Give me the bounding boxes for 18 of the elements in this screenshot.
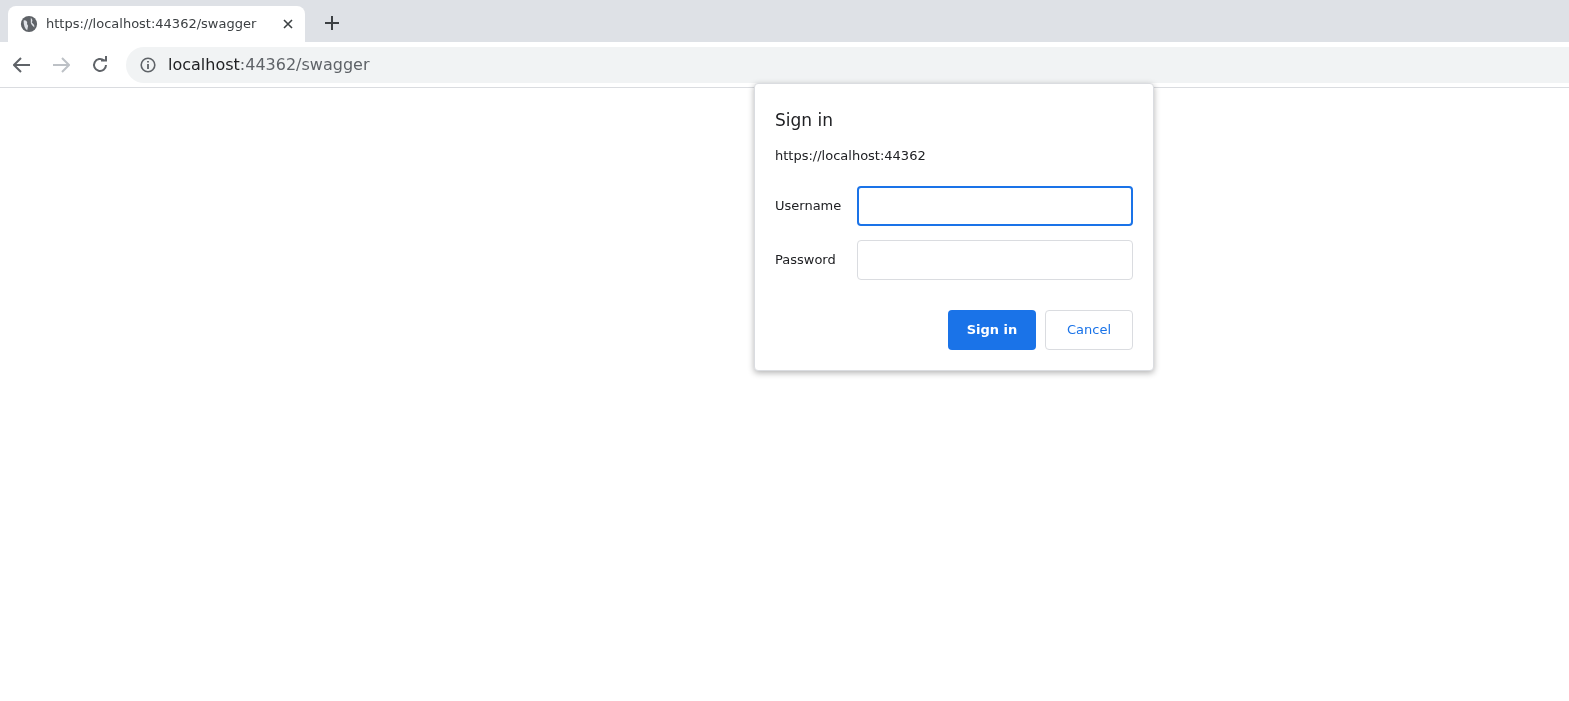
back-arrow-icon[interactable] [13, 56, 31, 73]
cancel-button[interactable]: Cancel [1045, 310, 1133, 350]
info-icon [140, 56, 156, 73]
url-host: localhost [168, 54, 240, 74]
close-icon[interactable] [283, 19, 293, 29]
input-field[interactable] [856, 186, 1133, 226]
browser-tab[interactable]: https://localhost:44362/swagger [8, 6, 305, 42]
reload-icon[interactable] [91, 55, 109, 74]
dialog-origin: https://localhost:44362 [775, 146, 927, 165]
field-label: Username [775, 197, 843, 216]
globe-icon [20, 15, 38, 33]
dialog-title: Sign in [775, 109, 834, 132]
address-bar[interactable]: localhost:44362/swagger [126, 46, 1569, 83]
sign-in-button[interactable]: Sign in [948, 310, 1036, 350]
tab-title: https://localhost:44362/swagger [46, 15, 258, 34]
url-path: :44362/swagger [239, 54, 370, 74]
field-label: Password [775, 251, 837, 270]
plus-icon[interactable] [325, 16, 339, 30]
